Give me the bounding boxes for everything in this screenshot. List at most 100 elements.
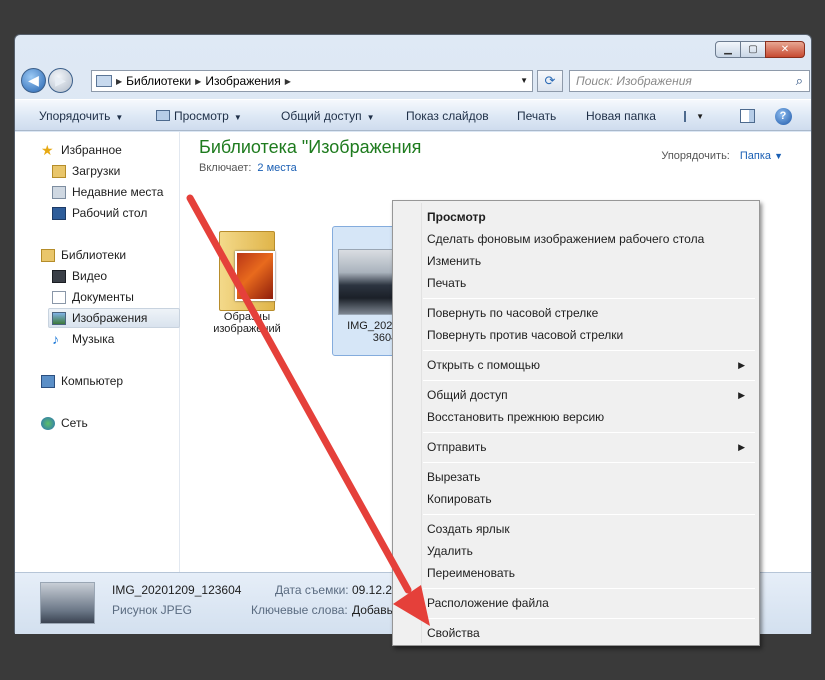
menu-item-rename[interactable]: Переименовать — [427, 566, 515, 580]
library-folder-icon — [96, 75, 112, 87]
view-mode-icon — [684, 110, 687, 122]
view-icon — [156, 110, 170, 121]
details-date-label: Дата съемки: — [275, 583, 349, 597]
dropdown-arrow-icon: ▼ — [366, 113, 375, 122]
print-button[interactable]: Печать — [517, 109, 556, 123]
sidebar-item-documents[interactable]: Документы — [52, 290, 134, 304]
menu-item-properties[interactable]: Свойства — [427, 626, 480, 640]
arrange-by-dropdown[interactable]: Папка ▼ — [740, 150, 783, 162]
menu-item-set-wallpaper[interactable]: Сделать фоновым изображением рабочего ст… — [427, 232, 704, 246]
folder-name-line1: Образцы — [223, 311, 271, 323]
refresh-button[interactable]: ⟳ — [537, 70, 563, 92]
sidebar-item-favorites[interactable]: ★ Избранное — [41, 143, 122, 158]
library-title: Библиотека "Изображения — [199, 137, 422, 157]
menu-item-open-with[interactable]: Открыть с помощью — [427, 358, 540, 372]
arrange-label: Упорядочить: — [661, 150, 730, 162]
dropdown-arrow-icon: ▼ — [233, 113, 242, 122]
details-filename: IMG_20201209_123604 — [112, 583, 242, 597]
includes-label: Включает: — [199, 162, 252, 174]
search-placeholder: Поиск: Изображения — [576, 74, 692, 88]
sidebar-label: Загрузки — [72, 164, 121, 178]
sidebar-label: Рабочий стол — [72, 206, 148, 220]
breadcrumb-chevron-icon: ▶ — [195, 76, 202, 86]
menu-item-edit[interactable]: Изменить — [427, 254, 481, 268]
sidebar-item-recent[interactable]: Недавние места — [52, 185, 163, 199]
sidebar-label: Документы — [72, 290, 134, 304]
arrange-by: Упорядочить: Папка ▼ — [661, 150, 783, 162]
menu-item-share[interactable]: Общий доступ — [427, 388, 508, 402]
sidebar-item-video[interactable]: Видео — [52, 269, 107, 283]
menu-item-file-location[interactable]: Расположение файла — [427, 596, 549, 610]
menu-separator — [423, 298, 755, 299]
search-input[interactable]: Поиск: Изображения ⌕ — [569, 70, 810, 92]
breadcrumb-libraries[interactable]: Библиотеки — [126, 74, 191, 88]
sidebar-item-computer[interactable]: Компьютер — [41, 374, 123, 388]
sidebar-label: Компьютер — [61, 374, 124, 388]
menu-separator — [423, 618, 755, 619]
breadcrumb-pictures[interactable]: Изображения — [205, 74, 280, 88]
documents-icon — [52, 290, 66, 304]
navigation-bar: ◀ ▶ ▶ Библиотеки ▶ Изображения ▶ ▼ ⟳ Пои… — [21, 67, 810, 95]
context-menu: Просмотр Сделать фоновым изображением ра… — [392, 200, 760, 646]
forward-button[interactable]: ▶ — [48, 68, 73, 93]
details-filetype: Рисунок JPEG — [112, 603, 192, 617]
context-menu-gutter — [421, 203, 422, 643]
sidebar-item-downloads[interactable]: Загрузки — [52, 164, 120, 178]
sidebar-item-music[interactable]: ♪ Музыка — [52, 332, 115, 347]
menu-separator — [423, 462, 755, 463]
dropdown-arrow-icon: ▼ — [115, 113, 124, 122]
search-icon[interactable]: ⌕ — [796, 73, 803, 89]
menu-item-cut[interactable]: Вырезать — [427, 470, 480, 484]
address-bar[interactable]: ▶ Библиотеки ▶ Изображения ▶ ▼ — [91, 70, 533, 92]
desktop-icon — [52, 206, 66, 220]
menu-item-rotate-cw[interactable]: Повернуть по часовой стрелке — [427, 306, 598, 320]
sidebar-item-libraries[interactable]: Библиотеки — [41, 248, 126, 262]
help-button[interactable]: ? — [773, 107, 793, 125]
menu-item-print[interactable]: Печать — [427, 276, 466, 290]
organize-label: Упорядочить — [39, 109, 111, 123]
preview-pane-icon — [739, 109, 755, 123]
window-controls: ▁ ▢ ✕ — [715, 41, 805, 58]
share-button[interactable]: Общий доступ ▼ — [281, 109, 375, 123]
sidebar-item-desktop[interactable]: Рабочий стол — [52, 206, 147, 220]
new-folder-button[interactable]: Новая папка — [586, 109, 656, 123]
address-dropdown-icon[interactable]: ▼ — [520, 76, 528, 85]
slideshow-button[interactable]: Показ слайдов — [406, 109, 489, 123]
menu-item-delete[interactable]: Удалить — [427, 544, 473, 558]
menu-item-restore-previous[interactable]: Восстановить прежнюю версию — [427, 410, 604, 424]
breadcrumb-chevron-icon: ▶ — [284, 76, 291, 86]
back-button[interactable]: ◀ — [21, 68, 46, 93]
sidebar-item-pictures[interactable]: Изображения — [48, 308, 180, 328]
view-button[interactable]: Просмотр ▼ — [156, 109, 242, 123]
change-view-button[interactable]: ▼ — [684, 107, 704, 125]
breadcrumb-chevron-icon: ▶ — [116, 76, 123, 86]
sidebar-label: Музыка — [72, 332, 115, 346]
view-label: Просмотр — [174, 109, 229, 123]
sample-pictures-folder[interactable]: Образцы изображений — [205, 227, 289, 335]
menu-item-send-to[interactable]: Отправить — [427, 440, 487, 454]
sidebar-label: Сеть — [61, 416, 88, 430]
sidebar-item-network[interactable]: Сеть — [41, 416, 88, 430]
downloads-folder-icon — [52, 164, 66, 178]
library-includes: Включает: 2 места — [199, 162, 297, 174]
dropdown-arrow-icon: ▼ — [774, 151, 783, 161]
computer-icon — [41, 374, 55, 388]
submenu-arrow-icon: ▶ — [738, 390, 745, 400]
preview-pane-button[interactable] — [737, 107, 757, 125]
command-bar: Упорядочить ▼ Просмотр ▼ Общий доступ ▼ Пок… — [15, 99, 811, 131]
details-keywords-value[interactable]: Добавь — [352, 603, 393, 617]
share-label: Общий доступ — [281, 109, 362, 123]
navigation-pane: ★ Избранное Загрузки Недавние места Рабоч… — [15, 132, 180, 572]
menu-item-preview[interactable]: Просмотр — [427, 210, 486, 224]
dropdown-arrow-icon: ▼ — [696, 111, 704, 121]
close-button[interactable]: ✕ — [765, 41, 805, 58]
maximize-button[interactable]: ▢ — [740, 41, 766, 58]
menu-item-create-shortcut[interactable]: Создать ярлык — [427, 522, 510, 536]
menu-item-copy[interactable]: Копировать — [427, 492, 492, 506]
video-icon — [52, 269, 66, 283]
organize-button[interactable]: Упорядочить ▼ — [39, 109, 123, 123]
minimize-button[interactable]: ▁ — [715, 41, 741, 58]
menu-item-rotate-ccw[interactable]: Повернуть против часовой стрелки — [427, 328, 623, 342]
includes-locations-link[interactable]: 2 места — [257, 162, 296, 174]
menu-separator — [423, 514, 755, 515]
